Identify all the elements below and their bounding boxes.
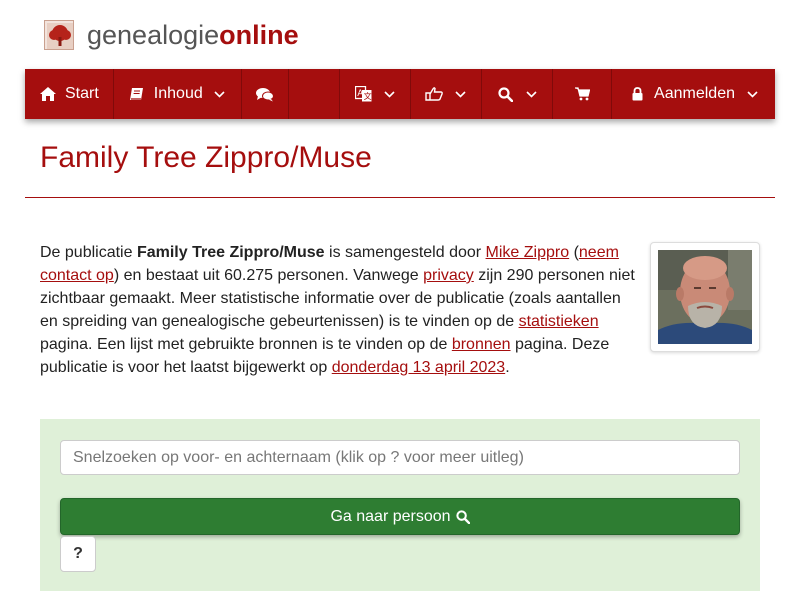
page-title: Family Tree Zippro/Muse [40, 141, 372, 174]
lock-icon [628, 85, 646, 103]
nav-language-dropdown[interactable]: A文 [339, 69, 412, 119]
nav-content-dropdown[interactable]: Inhoud [114, 69, 242, 119]
publication-description: De publicatie Family Tree Zippro/Muse is… [40, 241, 635, 379]
nav-content-label: Inhoud [153, 85, 203, 102]
search-icon [496, 85, 514, 103]
tree-icon [44, 20, 74, 50]
nav-search-dropdown[interactable] [482, 69, 554, 119]
quick-search-input[interactable] [60, 440, 740, 475]
home-icon [39, 85, 57, 103]
chevron-down-icon [745, 87, 759, 101]
go-to-person-label: Ga naar persoon [330, 507, 451, 525]
desc-text: De publicatie [40, 244, 137, 261]
desc-text: is samengesteld door [324, 244, 486, 261]
nav-start[interactable]: Start [25, 69, 114, 119]
publication-name: Family Tree Zippro/Muse [136, 244, 325, 261]
chevron-down-icon [453, 87, 467, 101]
logo-text: genealogieonline [87, 20, 299, 50]
nav-shop[interactable] [553, 69, 613, 119]
nav-forum[interactable] [242, 69, 289, 119]
nav-start-label: Start [65, 85, 99, 102]
desc-text: ( [569, 244, 579, 261]
main-navbar: Start Inhoud A文 Aanmelden [25, 69, 775, 119]
privacy-link[interactable]: privacy [423, 267, 474, 284]
nav-share-dropdown[interactable] [411, 69, 483, 119]
chevron-down-icon [524, 87, 538, 101]
logo-text-part2: online [219, 20, 299, 50]
language-icon: A文 [354, 85, 372, 103]
title-divider [25, 197, 775, 198]
site-logo[interactable]: genealogieonline [44, 18, 299, 52]
book-icon [128, 85, 146, 103]
svg-text:文: 文 [363, 91, 371, 101]
statistics-link[interactable]: statistieken [519, 313, 599, 330]
desc-text: ) en bestaat uit 60.275 personen. Vanweg… [113, 267, 424, 284]
chevron-down-icon [382, 87, 396, 101]
shopping-cart-icon [573, 85, 591, 103]
nav-login-dropdown[interactable]: Aanmelden [612, 69, 775, 119]
quick-search-panel: Ga naar persoon ? [40, 419, 760, 591]
share-icon [425, 85, 443, 103]
author-photo[interactable] [650, 242, 760, 352]
desc-text: pagina. Een lijst met gebruikte bronnen … [40, 336, 452, 353]
author-link[interactable]: Mike Zippro [486, 244, 570, 261]
comments-icon [255, 85, 274, 103]
sources-link[interactable]: bronnen [452, 336, 511, 353]
nav-login-label: Aanmelden [654, 85, 735, 102]
chevron-down-icon [213, 87, 227, 101]
search-icon [455, 509, 470, 524]
go-to-person-button[interactable]: Ga naar persoon [60, 498, 740, 535]
author-portrait [658, 250, 752, 344]
last-updated-link[interactable]: donderdag 13 april 2023 [332, 359, 505, 376]
logo-text-part1: genealogie [87, 20, 220, 50]
search-help-button[interactable]: ? [60, 536, 96, 572]
desc-text: . [505, 359, 510, 376]
